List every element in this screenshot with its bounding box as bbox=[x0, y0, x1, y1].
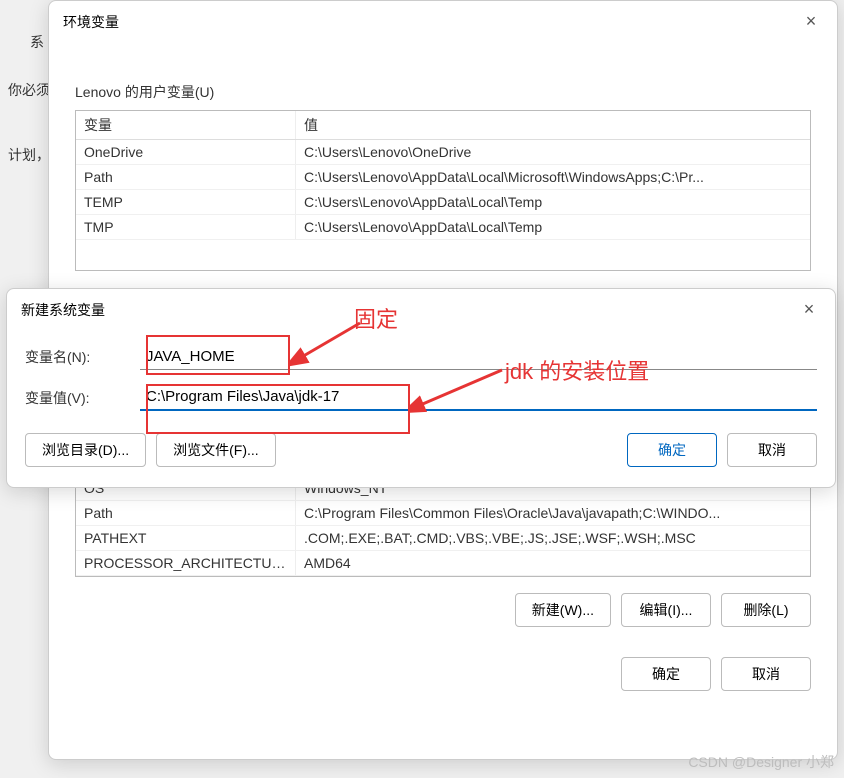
bg-text: 系 bbox=[30, 32, 44, 52]
header-var[interactable]: 变量 bbox=[76, 111, 296, 139]
var-value: C:\Users\Lenovo\OneDrive bbox=[296, 140, 810, 164]
var-value: C:\Users\Lenovo\AppData\Local\Temp bbox=[296, 190, 810, 214]
cancel-button[interactable]: 取消 bbox=[727, 433, 817, 467]
table-row[interactable]: Path C:\Users\Lenovo\AppData\Local\Micro… bbox=[76, 165, 810, 190]
var-value: AMD64 bbox=[296, 551, 810, 575]
dialog-title-text: 新建系统变量 bbox=[21, 300, 105, 320]
bg-text: 你必须 bbox=[8, 80, 50, 100]
new-button[interactable]: 新建(W)... bbox=[515, 593, 611, 627]
dialog-title-text: 环境变量 bbox=[63, 12, 119, 32]
close-icon[interactable]: × bbox=[797, 299, 821, 320]
cancel-button[interactable]: 取消 bbox=[721, 657, 811, 691]
ok-button[interactable]: 确定 bbox=[627, 433, 717, 467]
ok-button[interactable]: 确定 bbox=[621, 657, 711, 691]
table-header: 变量 值 bbox=[76, 111, 810, 140]
user-vars-table: 变量 值 OneDrive C:\Users\Lenovo\OneDrive P… bbox=[75, 110, 811, 271]
delete-button[interactable]: 删除(L) bbox=[721, 593, 811, 627]
dialog-titlebar: 新建系统变量 × bbox=[7, 289, 835, 330]
watermark: CSDN @Designer 小郑 bbox=[688, 752, 834, 772]
var-name-input[interactable] bbox=[140, 344, 817, 370]
var-value-row: 变量值(V): bbox=[25, 384, 817, 411]
system-vars-buttons: 新建(W)... 编辑(I)... 删除(L) bbox=[75, 593, 811, 627]
var-name: Path bbox=[76, 501, 296, 525]
browse-dir-button[interactable]: 浏览目录(D)... bbox=[25, 433, 146, 467]
browse-file-button[interactable]: 浏览文件(F)... bbox=[156, 433, 276, 467]
var-name: TEMP bbox=[76, 190, 296, 214]
var-value: .COM;.EXE;.BAT;.CMD;.VBS;.VBE;.JS;.JSE;.… bbox=[296, 526, 810, 550]
var-name: PATHEXT bbox=[76, 526, 296, 550]
dialog-titlebar: 环境变量 × bbox=[49, 1, 837, 42]
table-row[interactable]: PATHEXT .COM;.EXE;.BAT;.CMD;.VBS;.VBE;.J… bbox=[76, 526, 810, 551]
var-name: PROCESSOR_ARCHITECTURE bbox=[76, 551, 296, 575]
header-val[interactable]: 值 bbox=[296, 111, 810, 139]
var-value-input[interactable] bbox=[140, 384, 817, 411]
var-value: C:\Program Files\Common Files\Oracle\Jav… bbox=[296, 501, 810, 525]
bg-text: 计划， bbox=[8, 145, 50, 165]
table-row[interactable]: TEMP C:\Users\Lenovo\AppData\Local\Temp bbox=[76, 190, 810, 215]
var-name: OneDrive bbox=[76, 140, 296, 164]
table-row[interactable]: PROCESSOR_ARCHITECTURE AMD64 bbox=[76, 551, 810, 576]
var-value: C:\Users\Lenovo\AppData\Local\Microsoft\… bbox=[296, 165, 810, 189]
var-name-label: 变量名(N): bbox=[25, 347, 140, 367]
table-row[interactable]: Path C:\Program Files\Common Files\Oracl… bbox=[76, 501, 810, 526]
close-icon[interactable]: × bbox=[799, 11, 823, 32]
var-value: C:\Users\Lenovo\AppData\Local\Temp bbox=[296, 215, 810, 239]
table-row[interactable]: OneDrive C:\Users\Lenovo\OneDrive bbox=[76, 140, 810, 165]
var-value-label: 变量值(V): bbox=[25, 388, 140, 408]
var-name: TMP bbox=[76, 215, 296, 239]
var-name-row: 变量名(N): bbox=[25, 344, 817, 370]
var-name: Path bbox=[76, 165, 296, 189]
new-system-var-dialog: 新建系统变量 × 变量名(N): 变量值(V): 浏览目录(D)... 浏览文件… bbox=[6, 288, 836, 488]
dialog-footer: 浏览目录(D)... 浏览文件(F)... 确定 取消 bbox=[25, 433, 817, 467]
dialog-buttons: 确定 取消 bbox=[75, 657, 811, 691]
edit-button[interactable]: 编辑(I)... bbox=[621, 593, 711, 627]
table-row[interactable]: TMP C:\Users\Lenovo\AppData\Local\Temp bbox=[76, 215, 810, 240]
user-vars-label: Lenovo 的用户变量(U) bbox=[75, 82, 837, 102]
